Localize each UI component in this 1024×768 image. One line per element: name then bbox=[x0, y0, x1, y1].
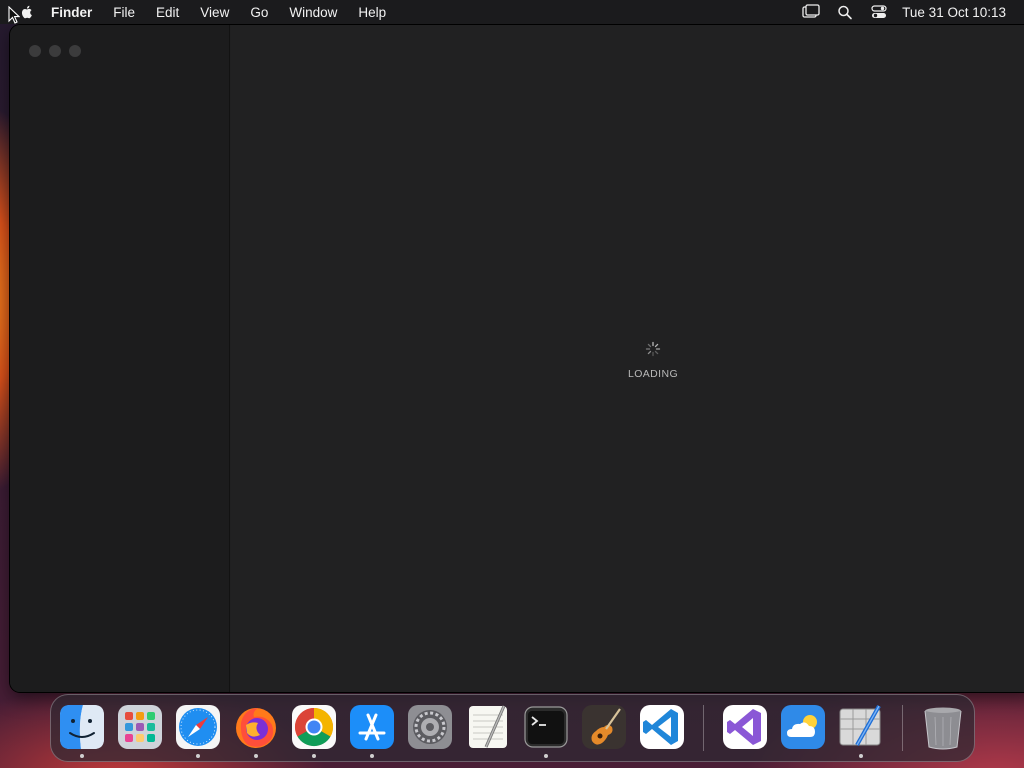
zoom-window-button[interactable] bbox=[69, 45, 81, 57]
dock-system-settings[interactable] bbox=[406, 703, 454, 751]
loading-label: LOADING bbox=[627, 368, 679, 380]
control-center-icon[interactable] bbox=[870, 4, 888, 20]
finder-icon bbox=[60, 705, 104, 749]
close-window-button[interactable] bbox=[29, 45, 41, 57]
running-indicator bbox=[196, 754, 200, 758]
dock-safari[interactable] bbox=[174, 703, 222, 758]
running-indicator bbox=[370, 754, 374, 758]
running-indicator bbox=[544, 754, 548, 758]
weather-icon bbox=[781, 705, 825, 749]
gear-icon bbox=[408, 705, 452, 749]
dock-divider bbox=[703, 705, 704, 751]
running-indicator bbox=[859, 754, 863, 758]
menu-go[interactable]: Go bbox=[250, 5, 268, 20]
dock-chrome[interactable] bbox=[290, 703, 338, 758]
screen-mirroring-icon[interactable] bbox=[802, 4, 820, 20]
textedit-icon bbox=[469, 705, 507, 748]
dock-textedit[interactable] bbox=[464, 703, 512, 751]
finder-sidebar bbox=[10, 25, 230, 692]
dock-trash[interactable] bbox=[919, 703, 967, 751]
minimize-window-button[interactable] bbox=[49, 45, 61, 57]
window-controls bbox=[29, 45, 89, 57]
menu-app-name[interactable]: Finder bbox=[51, 5, 92, 20]
dock-finder[interactable] bbox=[58, 703, 106, 758]
menu-window[interactable]: Window bbox=[289, 5, 337, 20]
dock-divider bbox=[902, 705, 903, 751]
loading-indicator: LOADING bbox=[608, 341, 698, 380]
apple-menu-icon[interactable] bbox=[19, 4, 35, 20]
menu-bar-clock[interactable]: Tue 31 Oct 10:13 bbox=[902, 5, 1006, 20]
spotlight-search-icon[interactable] bbox=[836, 4, 854, 20]
running-indicator bbox=[254, 754, 258, 758]
dock-vscode[interactable] bbox=[638, 703, 686, 751]
launchpad-icon bbox=[118, 705, 162, 749]
visual-studio-icon bbox=[723, 705, 767, 749]
script-editor-icon bbox=[839, 705, 881, 746]
dock bbox=[50, 694, 975, 762]
trash-icon bbox=[924, 707, 962, 750]
finder-window: LOADING bbox=[10, 25, 1024, 692]
dock-garageband[interactable] bbox=[580, 703, 628, 751]
terminal-icon bbox=[524, 706, 568, 748]
finder-content-area: LOADING bbox=[231, 25, 1024, 692]
mouse-cursor-icon bbox=[8, 6, 20, 24]
menu-bar-status-area: Tue 31 Oct 10:13 bbox=[786, 0, 1006, 24]
firefox-icon bbox=[236, 708, 276, 748]
dock-visual-studio[interactable] bbox=[721, 703, 769, 751]
menu-bar: Finder File Edit View Go Window Help Tue… bbox=[0, 0, 1024, 24]
safari-icon bbox=[176, 705, 220, 749]
vscode-icon bbox=[640, 705, 684, 749]
dock-app-store[interactable] bbox=[348, 703, 396, 758]
dock-firefox[interactable] bbox=[232, 703, 280, 758]
guitar-icon bbox=[582, 705, 626, 749]
dock-script-editor[interactable] bbox=[837, 703, 885, 758]
running-indicator bbox=[80, 754, 84, 758]
app-store-icon bbox=[350, 705, 394, 749]
spinner-icon bbox=[645, 341, 661, 357]
menu-view[interactable]: View bbox=[200, 5, 229, 20]
menu-help[interactable]: Help bbox=[358, 5, 386, 20]
dock-terminal[interactable] bbox=[522, 703, 570, 758]
dock-launchpad[interactable] bbox=[116, 703, 164, 751]
menu-file[interactable]: File bbox=[113, 5, 135, 20]
running-indicator bbox=[312, 754, 316, 758]
menu-edit[interactable]: Edit bbox=[156, 5, 179, 20]
chrome-icon bbox=[292, 705, 336, 749]
dock-weather[interactable] bbox=[779, 703, 827, 751]
